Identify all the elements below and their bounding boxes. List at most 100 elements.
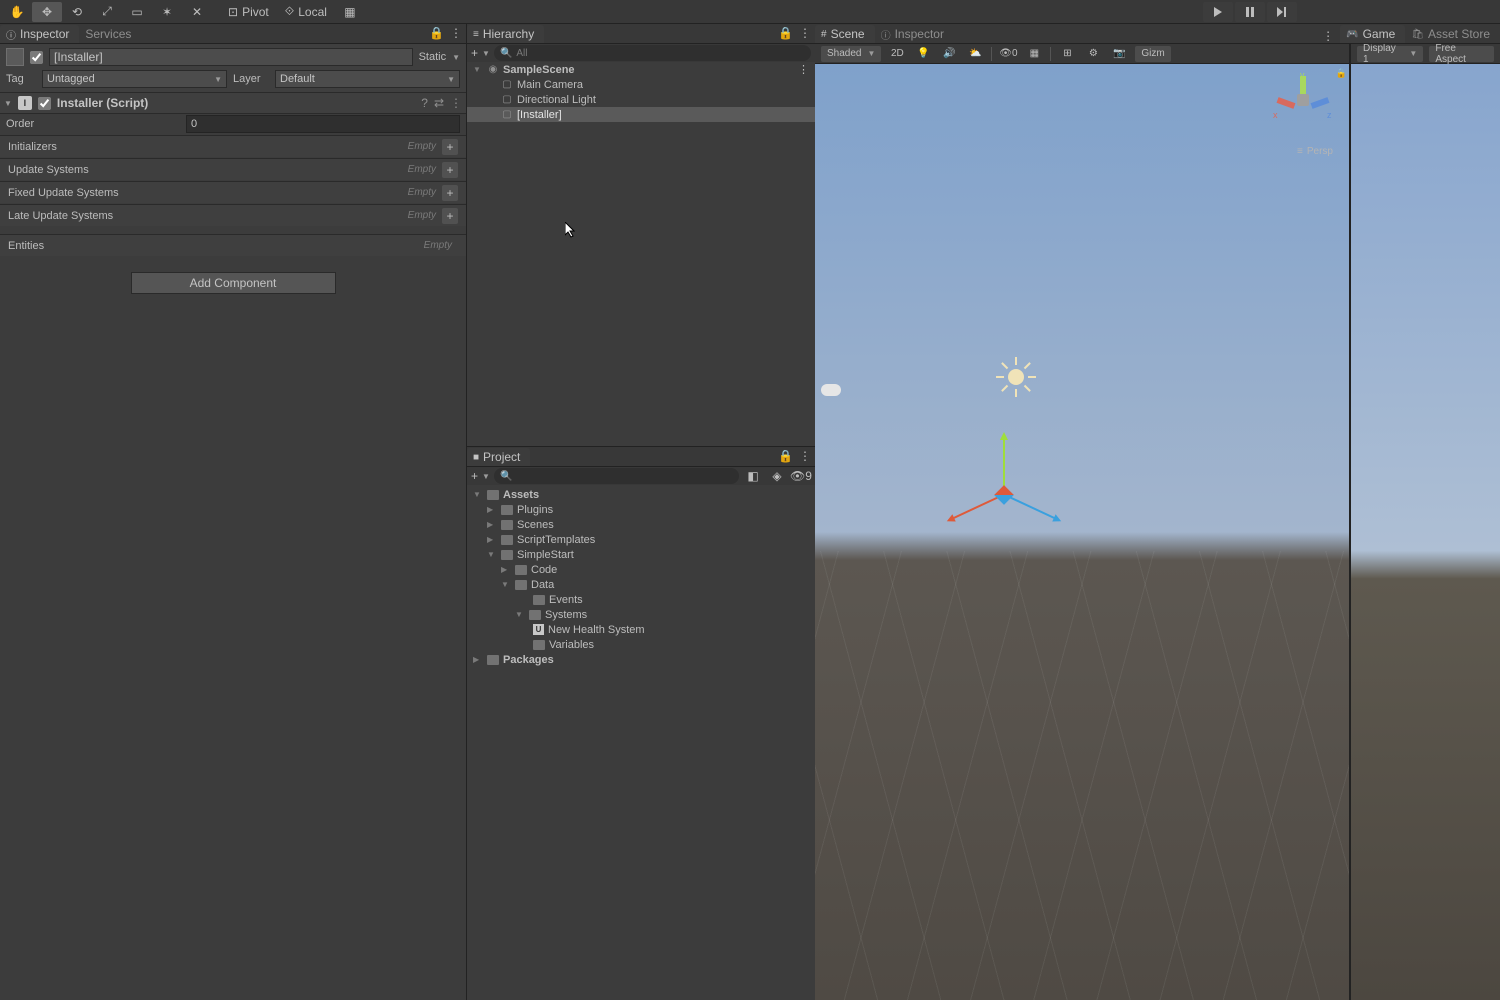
move-tool-icon[interactable]: ✥ bbox=[32, 2, 62, 22]
hierarchy-item-camera[interactable]: ▢Main Camera bbox=[467, 77, 815, 92]
add-icon[interactable]: + bbox=[442, 139, 458, 155]
folder-script-templates[interactable]: ▶ScriptTemplates bbox=[467, 532, 815, 547]
gizmos-dropdown[interactable]: Gizm bbox=[1135, 46, 1170, 62]
tab-services[interactable]: Services bbox=[79, 25, 141, 43]
tab-inspector-2[interactable]: ⓘInspector bbox=[875, 25, 954, 43]
asset-new-health-system[interactable]: UNew Health System bbox=[467, 622, 815, 637]
folder-data[interactable]: ▼Data bbox=[467, 577, 815, 592]
lock-icon[interactable]: 🔒 bbox=[778, 449, 793, 463]
pivot-toggle[interactable]: ⊡Pivot bbox=[220, 2, 277, 22]
tag-dropdown[interactable]: Untagged▼ bbox=[42, 70, 227, 88]
game-panel: Display 1▼ Free Aspect bbox=[1350, 44, 1500, 1000]
directional-light-gizmo[interactable] bbox=[998, 359, 1034, 395]
add-icon[interactable]: + bbox=[442, 185, 458, 201]
gameobject-icon: ▢ bbox=[501, 79, 513, 91]
step-button-icon[interactable] bbox=[1267, 2, 1297, 22]
component-enabled-toggle[interactable] bbox=[38, 97, 51, 110]
hierarchy-item-installer[interactable]: ▢[Installer] bbox=[467, 107, 815, 122]
tab-asset-store[interactable]: 🛍Asset Store bbox=[1405, 25, 1500, 43]
snap-icon[interactable]: ⊞ bbox=[1057, 46, 1077, 62]
folder-variables[interactable]: ▶Variables bbox=[467, 637, 815, 652]
assets-folder[interactable]: ▼Assets bbox=[467, 487, 815, 502]
hidden-count[interactable]: 👁9 bbox=[791, 468, 811, 484]
menu-icon[interactable]: ⋮ bbox=[798, 63, 809, 76]
list-initializers[interactable]: Initializers Empty + bbox=[0, 135, 466, 157]
add-icon[interactable]: + bbox=[442, 162, 458, 178]
object-name-input[interactable] bbox=[49, 48, 413, 66]
grid-icon[interactable]: ▦ bbox=[1024, 46, 1044, 62]
custom-tool-icon[interactable]: ✕ bbox=[182, 2, 212, 22]
rect-tool-icon[interactable]: ▭ bbox=[122, 2, 152, 22]
scene-viewport[interactable]: y x z 🔒 ≡Persp bbox=[815, 64, 1349, 1000]
chevron-down-icon[interactable]: ▼ bbox=[482, 472, 490, 481]
help-icon[interactable]: ? bbox=[421, 96, 428, 110]
scale-tool-icon[interactable]: ⤢ bbox=[92, 2, 122, 22]
lighting-toggle-icon[interactable]: 💡 bbox=[913, 46, 933, 62]
filter-type-icon[interactable]: ◧ bbox=[743, 468, 763, 484]
perspective-label[interactable]: ≡Persp bbox=[1297, 146, 1333, 157]
menu-icon[interactable]: ⋮ bbox=[1322, 29, 1334, 43]
draw-mode-dropdown[interactable]: Shaded▼ bbox=[821, 46, 881, 62]
rotate-tool-icon[interactable]: ⟲ bbox=[62, 2, 92, 22]
audio-toggle-icon[interactable]: 🔊 bbox=[939, 46, 959, 62]
fx-toggle-icon[interactable]: ⛅ bbox=[965, 46, 985, 62]
cursor-icon bbox=[565, 222, 575, 238]
tab-game[interactable]: 🎮Game bbox=[1340, 25, 1405, 43]
visibility-icon[interactable]: 👁0 bbox=[998, 46, 1018, 62]
create-dropdown-icon[interactable]: + bbox=[471, 46, 478, 60]
camera-icon[interactable]: 📷 bbox=[1109, 46, 1129, 62]
hierarchy-item-light[interactable]: ▢Directional Light bbox=[467, 92, 815, 107]
list-late-update-systems[interactable]: Late Update Systems Empty + bbox=[0, 204, 466, 226]
hierarchy-panel: ≡ Hierarchy 🔒 ⋮ + ▼ 🔍 All ▼◉ S bbox=[467, 24, 815, 447]
orientation-gizmo[interactable]: y x z bbox=[1275, 72, 1331, 128]
info-icon: ⓘ bbox=[881, 27, 891, 42]
component-header-installer[interactable]: ▼ I Installer (Script) ? ⇄ ⋮ bbox=[0, 92, 466, 114]
static-dropdown-icon[interactable]: ▼ bbox=[452, 53, 460, 62]
create-dropdown-icon[interactable]: + bbox=[471, 469, 478, 483]
folder-events[interactable]: ▶Events bbox=[467, 592, 815, 607]
chevron-down-icon[interactable]: ▼ bbox=[482, 49, 490, 58]
hierarchy-search-input[interactable]: 🔍 All bbox=[494, 45, 811, 61]
folder-scenes[interactable]: ▶Scenes bbox=[467, 517, 815, 532]
tab-project[interactable]: ■ Project bbox=[467, 448, 530, 466]
lock-icon[interactable]: 🔒 bbox=[778, 26, 793, 40]
tab-inspector[interactable]: ⓘ Inspector bbox=[0, 25, 79, 43]
tab-scene[interactable]: #Scene bbox=[815, 25, 875, 43]
folder-simplestart[interactable]: ▼SimpleStart bbox=[467, 547, 815, 562]
object-active-toggle[interactable] bbox=[30, 51, 43, 64]
play-button-icon[interactable] bbox=[1203, 2, 1233, 22]
add-icon[interactable]: + bbox=[442, 208, 458, 224]
pause-button-icon[interactable] bbox=[1235, 2, 1265, 22]
gizmo-lock-icon[interactable]: 🔒 bbox=[1336, 68, 1347, 79]
gameobject-icon[interactable] bbox=[6, 48, 24, 66]
preset-icon[interactable]: ⇄ bbox=[434, 96, 444, 110]
packages-folder[interactable]: ▶Packages bbox=[467, 652, 815, 667]
transform-tool-icon[interactable]: ✶ bbox=[152, 2, 182, 22]
aspect-dropdown[interactable]: Free Aspect bbox=[1429, 46, 1494, 62]
menu-icon[interactable]: ⋮ bbox=[799, 449, 811, 463]
list-update-systems[interactable]: Update Systems Empty + bbox=[0, 158, 466, 180]
lock-icon[interactable]: 🔒 bbox=[429, 26, 444, 40]
layer-dropdown[interactable]: Default▼ bbox=[275, 70, 460, 88]
filter-label-icon[interactable]: ◈ bbox=[767, 468, 787, 484]
folder-code[interactable]: ▶Code bbox=[467, 562, 815, 577]
display-dropdown[interactable]: Display 1▼ bbox=[1357, 46, 1423, 62]
tools-icon[interactable]: ⚙ bbox=[1083, 46, 1103, 62]
grid-snap-icon[interactable]: ▦ bbox=[335, 2, 365, 22]
folder-systems[interactable]: ▼Systems bbox=[467, 607, 815, 622]
2d-toggle[interactable]: 2D bbox=[887, 46, 907, 62]
menu-icon[interactable]: ⋮ bbox=[450, 96, 462, 110]
folder-plugins[interactable]: ▶Plugins bbox=[467, 502, 815, 517]
menu-icon[interactable]: ⋮ bbox=[799, 26, 811, 40]
tab-hierarchy[interactable]: ≡ Hierarchy bbox=[467, 25, 544, 43]
scene-item[interactable]: ▼◉ SampleScene ⋮ bbox=[467, 62, 815, 77]
project-search-input[interactable]: 🔍 bbox=[494, 468, 739, 484]
menu-icon[interactable]: ⋮ bbox=[450, 26, 462, 40]
local-toggle[interactable]: ⟐Local bbox=[277, 2, 335, 22]
game-viewport[interactable] bbox=[1351, 64, 1500, 1000]
list-fixed-update-systems[interactable]: Fixed Update Systems Empty + bbox=[0, 181, 466, 203]
hand-tool-icon[interactable]: ✋ bbox=[2, 2, 32, 22]
list-entities[interactable]: Entities Empty bbox=[0, 234, 466, 256]
add-component-button[interactable]: Add Component bbox=[131, 272, 336, 294]
order-input[interactable] bbox=[186, 115, 460, 133]
